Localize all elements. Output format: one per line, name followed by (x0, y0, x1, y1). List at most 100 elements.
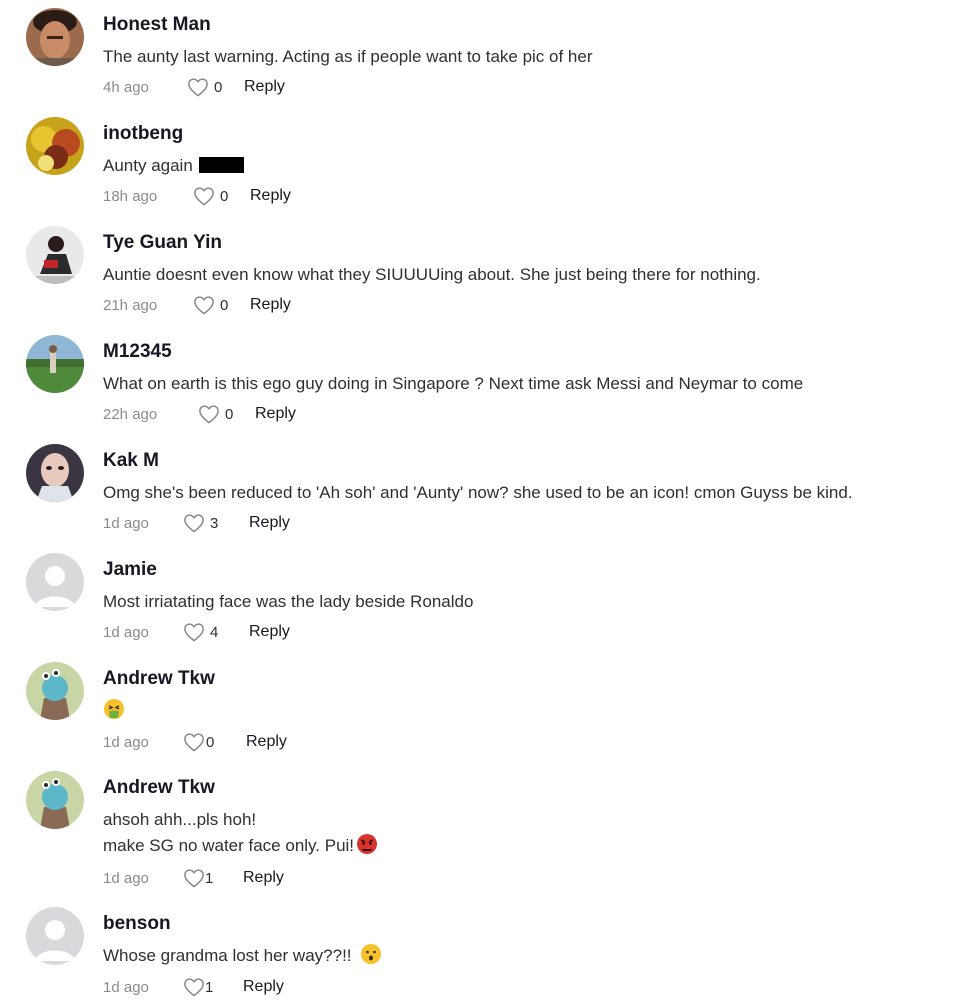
comment-meta: 18h ago 0 Reply (103, 185, 291, 207)
photo-avatar-golf[interactable] (26, 335, 84, 393)
comment-timestamp: 1d ago (103, 869, 149, 887)
reply-button[interactable]: Reply (246, 733, 287, 751)
heart-icon[interactable] (193, 295, 215, 315)
redaction-bar (198, 157, 244, 173)
heart-icon[interactable] (183, 977, 205, 997)
comment-text-line: make SG no water face only. Pui! (103, 836, 355, 855)
comment-text: What on earth is this ego guy doing in S… (103, 371, 803, 397)
comment-item: Andrew Tkw 1d ago 0 Reply (0, 654, 960, 763)
comment-username[interactable]: Honest Man (103, 14, 211, 36)
like-button[interactable]: 0 (183, 732, 246, 752)
comment-username[interactable]: M12345 (103, 341, 172, 363)
comment-item: Jamie Most irriatating face was the lady… (0, 545, 960, 654)
reply-button[interactable]: Reply (243, 978, 284, 996)
comment-timestamp: 1d ago (103, 733, 149, 751)
like-count: 4 (210, 623, 219, 641)
comment-item: inotbeng Aunty again 18h ago 0 Reply (0, 109, 960, 218)
like-count: 0 (220, 187, 229, 205)
face-vomiting-emoji (103, 698, 125, 728)
comment-text: The aunty last warning. Acting as if peo… (103, 44, 593, 70)
heart-icon[interactable] (183, 513, 205, 533)
heart-icon[interactable] (193, 186, 215, 206)
like-button[interactable]: 0 (193, 295, 250, 315)
comment-username[interactable]: Jamie (103, 559, 157, 581)
cartoon-avatar[interactable] (26, 771, 84, 829)
comment-timestamp: 1d ago (103, 514, 149, 532)
photo-avatar-person[interactable] (26, 226, 84, 284)
comment-meta: 21h ago 0 Reply (103, 294, 291, 316)
comment-meta: 4h ago 0 Reply (103, 76, 285, 98)
comment-text: Auntie doesnt even know what they SIUUUU… (103, 262, 761, 288)
comment-timestamp: 21h ago (103, 296, 158, 314)
like-button[interactable]: 1 (183, 868, 243, 888)
confused-face-emoji (360, 943, 382, 973)
like-count: 0 (214, 78, 223, 96)
comment-username[interactable]: Kak M (103, 450, 159, 472)
like-button[interactable]: 1 (183, 977, 243, 997)
comment-meta: 22h ago 0 Reply (103, 403, 296, 425)
comment-meta: 1d ago 1 Reply (103, 867, 284, 889)
heart-icon[interactable] (183, 622, 205, 642)
cartoon-avatar[interactable] (26, 662, 84, 720)
comment-text-line: Omg she's been reduced to 'Ah soh' and '… (103, 483, 853, 502)
like-count: 0 (220, 296, 229, 314)
comment-meta: 1d ago 4 Reply (103, 621, 290, 643)
like-count: 1 (205, 869, 214, 887)
like-button[interactable]: 0 (198, 404, 255, 424)
like-count: 3 (210, 514, 219, 532)
photo-avatar-lion-dance[interactable] (26, 117, 84, 175)
comment-text: ahsoh ahh...pls hoh! make SG no water fa… (103, 807, 378, 863)
comment-item: benson Whose grandma lost her way??!! 1d… (0, 899, 960, 1008)
comment-text-line: Aunty again (103, 156, 193, 175)
reply-button[interactable]: Reply (249, 514, 290, 532)
comment-username[interactable]: Andrew Tkw (103, 668, 215, 690)
comment-text (103, 698, 125, 728)
heart-icon[interactable] (183, 732, 205, 752)
like-count: 0 (225, 405, 234, 423)
comment-item: Honest Man The aunty last warning. Actin… (0, 0, 960, 109)
reply-button[interactable]: Reply (249, 623, 290, 641)
comment-text-line: ahsoh ahh...pls hoh! (103, 810, 257, 829)
comment-text: Aunty again (103, 153, 244, 179)
comment-text-line: Auntie doesnt even know what they SIUUUU… (103, 265, 761, 284)
like-button[interactable]: 4 (183, 622, 249, 642)
reply-button[interactable]: Reply (244, 78, 285, 96)
comment-text-line: The aunty last warning. Acting as if peo… (103, 47, 593, 66)
comment-text-line: Most irriatating face was the lady besid… (103, 592, 474, 611)
reply-button[interactable]: Reply (243, 869, 284, 887)
photo-avatar-woman[interactable] (26, 444, 84, 502)
reply-button[interactable]: Reply (255, 405, 296, 423)
comment-timestamp: 22h ago (103, 405, 158, 423)
comment-text: Whose grandma lost her way??!! (103, 943, 382, 973)
like-button[interactable]: 0 (187, 77, 244, 97)
reply-button[interactable]: Reply (250, 296, 291, 314)
comment-text-line: Whose grandma lost her way??!! (103, 946, 352, 965)
like-count: 1 (205, 978, 214, 996)
heart-icon[interactable] (198, 404, 220, 424)
like-button[interactable]: 3 (183, 513, 249, 533)
comment-meta: 1d ago 0 Reply (103, 731, 287, 753)
like-count: 0 (206, 733, 215, 751)
comment-meta: 1d ago 1 Reply (103, 976, 284, 998)
angry-face-emoji (356, 833, 378, 863)
photo-avatar-man[interactable] (26, 8, 84, 66)
comment-meta: 1d ago 3 Reply (103, 512, 290, 534)
comment-item: Andrew Tkw ahsoh ahh...pls hoh! make SG … (0, 763, 960, 899)
default-avatar-icon[interactable] (26, 907, 84, 965)
heart-icon[interactable] (187, 77, 209, 97)
comment-timestamp: 4h ago (103, 78, 149, 96)
comment-username[interactable]: Tye Guan Yin (103, 232, 222, 254)
comment-username[interactable]: benson (103, 913, 171, 935)
comment-timestamp: 18h ago (103, 187, 158, 205)
like-button[interactable]: 0 (193, 186, 250, 206)
comment-timestamp: 1d ago (103, 978, 149, 996)
comment-item: Kak M Omg she's been reduced to 'Ah soh'… (0, 436, 960, 545)
comment-text: Most irriatating face was the lady besid… (103, 589, 473, 615)
comment-username[interactable]: Andrew Tkw (103, 777, 215, 799)
comment-username[interactable]: inotbeng (103, 123, 183, 145)
heart-icon[interactable] (183, 868, 205, 888)
default-avatar-icon[interactable] (26, 553, 84, 611)
comment-text: Omg she's been reduced to 'Ah soh' and '… (103, 480, 853, 506)
comment-item: Tye Guan Yin Auntie doesnt even know wha… (0, 218, 960, 327)
reply-button[interactable]: Reply (250, 187, 291, 205)
